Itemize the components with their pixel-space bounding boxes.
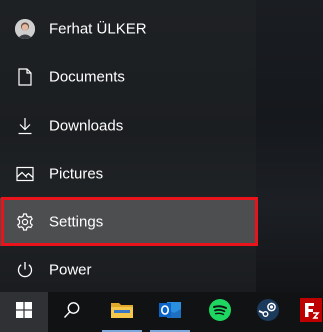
power-icon [15,260,35,280]
user-name: Ferhat ÜLKER [49,20,147,38]
pictures-item[interactable]: Pictures [0,150,256,198]
power-item[interactable]: Power [0,246,256,294]
steam-button[interactable] [244,292,292,332]
picture-icon [15,164,35,184]
settings-label: Settings [49,213,104,231]
outlook-icon [158,299,182,325]
filezilla-icon [300,298,322,326]
user-avatar [15,19,35,39]
downloads-item[interactable]: Downloads [0,102,256,150]
pictures-label: Pictures [49,165,104,183]
start-menu: Ferhat ÜLKER Documents Downloads Picture… [0,0,258,294]
settings-item[interactable]: Settings [0,198,256,246]
outlook-button[interactable] [146,292,194,332]
documents-item[interactable]: Documents [0,53,256,101]
desktop-background [256,0,323,292]
start-button[interactable] [0,292,48,332]
documents-label: Documents [49,68,125,86]
gear-icon [15,212,35,232]
download-icon [15,116,35,136]
folder-icon [110,300,134,324]
steam-icon [256,298,280,326]
search-button[interactable] [48,292,96,332]
power-label: Power [49,261,92,279]
user-account-item[interactable]: Ferhat ÜLKER [0,5,256,53]
spotify-icon [208,298,232,326]
downloads-label: Downloads [49,117,124,135]
file-explorer-button[interactable] [98,292,146,332]
search-icon [63,301,81,323]
spotify-button[interactable] [196,292,244,332]
filezilla-button[interactable] [292,292,323,332]
windows-logo-icon [16,302,32,322]
taskbar [0,292,323,332]
document-icon [15,67,35,87]
